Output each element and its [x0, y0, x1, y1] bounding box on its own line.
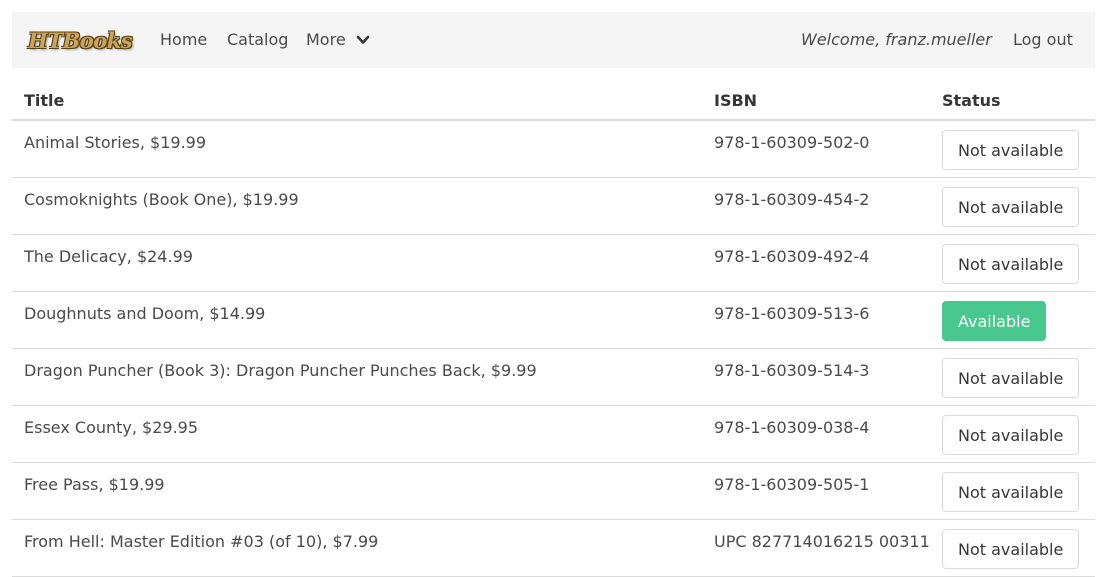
book-title: Essex County, $29.95: [24, 418, 199, 437]
status-not-available-button[interactable]: Not available: [942, 130, 1080, 170]
nav-home-link[interactable]: Home: [160, 12, 207, 68]
table-body: Animal Stories, $19.99 978-1-60309-502-0 N…: [12, 121, 1095, 577]
column-header-isbn: ISBN: [714, 91, 758, 110]
book-title: Free Pass, $19.99: [24, 475, 165, 494]
table-header: Title ISBN Status: [12, 68, 1095, 121]
status-not-available-button[interactable]: Not available: [942, 187, 1080, 227]
book-title: Animal Stories, $19.99: [24, 133, 207, 152]
status-available-button[interactable]: Available: [942, 301, 1047, 341]
status-not-available-button[interactable]: Not available: [942, 415, 1080, 455]
column-header-status: Status: [942, 91, 1001, 110]
book-title: From Hell: Master Edition #03 (of 10), $…: [24, 532, 379, 551]
nav-catalog-link[interactable]: Catalog: [227, 12, 288, 68]
book-title: Dragon Puncher (Book 3): Dragon Puncher …: [24, 361, 537, 380]
htbooks-logo[interactable]: HTBooks: [28, 27, 133, 53]
table-row: Animal Stories, $19.99 978-1-60309-502-0 N…: [12, 121, 1095, 178]
table-row: Dragon Puncher (Book 3): Dragon Puncher …: [12, 349, 1095, 406]
book-title: Cosmoknights (Book One), $19.99: [24, 190, 299, 209]
table-row: Free Pass, $19.99 978-1-60309-505-1 Not av…: [12, 463, 1095, 520]
book-isbn: UPC 827714016215 00311: [714, 532, 930, 551]
nav-more-dropdown[interactable]: More: [306, 12, 370, 68]
chevron-down-icon: [356, 35, 369, 44]
status-not-available-button[interactable]: Not available: [942, 358, 1080, 398]
books-table: Title ISBN Status Animal Stories, $19.99…: [12, 68, 1095, 577]
book-isbn: 978-1-60309-505-1: [714, 475, 870, 494]
table-row: Doughnuts and Doom, $14.99 978-1-60309-51…: [12, 292, 1095, 349]
book-title: The Delicacy, $24.99: [24, 247, 193, 266]
status-not-available-button[interactable]: Not available: [942, 472, 1080, 512]
nav-more-label: More: [306, 30, 346, 49]
book-isbn: 978-1-60309-502-0: [714, 133, 870, 152]
book-title: Doughnuts and Doom, $14.99: [24, 304, 266, 323]
table-row: The Delicacy, $24.99 978-1-60309-492-4 Not…: [12, 235, 1095, 292]
table-row: Essex County, $29.95 978-1-60309-038-4 Not…: [12, 406, 1095, 463]
status-not-available-button[interactable]: Not available: [942, 244, 1080, 284]
welcome-message: Welcome, franz.mueller: [801, 30, 992, 49]
book-isbn: 978-1-60309-038-4: [714, 418, 870, 437]
table-row: Cosmoknights (Book One), $19.99 978-1-603…: [12, 178, 1095, 235]
logout-link[interactable]: Log out: [1013, 12, 1073, 68]
navbar: HTBooks Home Catalog More Welcome, franz…: [12, 12, 1095, 68]
status-not-available-button[interactable]: Not available: [942, 529, 1080, 569]
column-header-title: Title: [24, 91, 65, 110]
book-isbn: 978-1-60309-492-4: [714, 247, 870, 266]
book-isbn: 978-1-60309-454-2: [714, 190, 870, 209]
book-isbn: 978-1-60309-514-3: [714, 361, 870, 380]
book-isbn: 978-1-60309-513-6: [714, 304, 870, 323]
table-row: From Hell: Master Edition #03 (of 10), $…: [12, 520, 1095, 577]
